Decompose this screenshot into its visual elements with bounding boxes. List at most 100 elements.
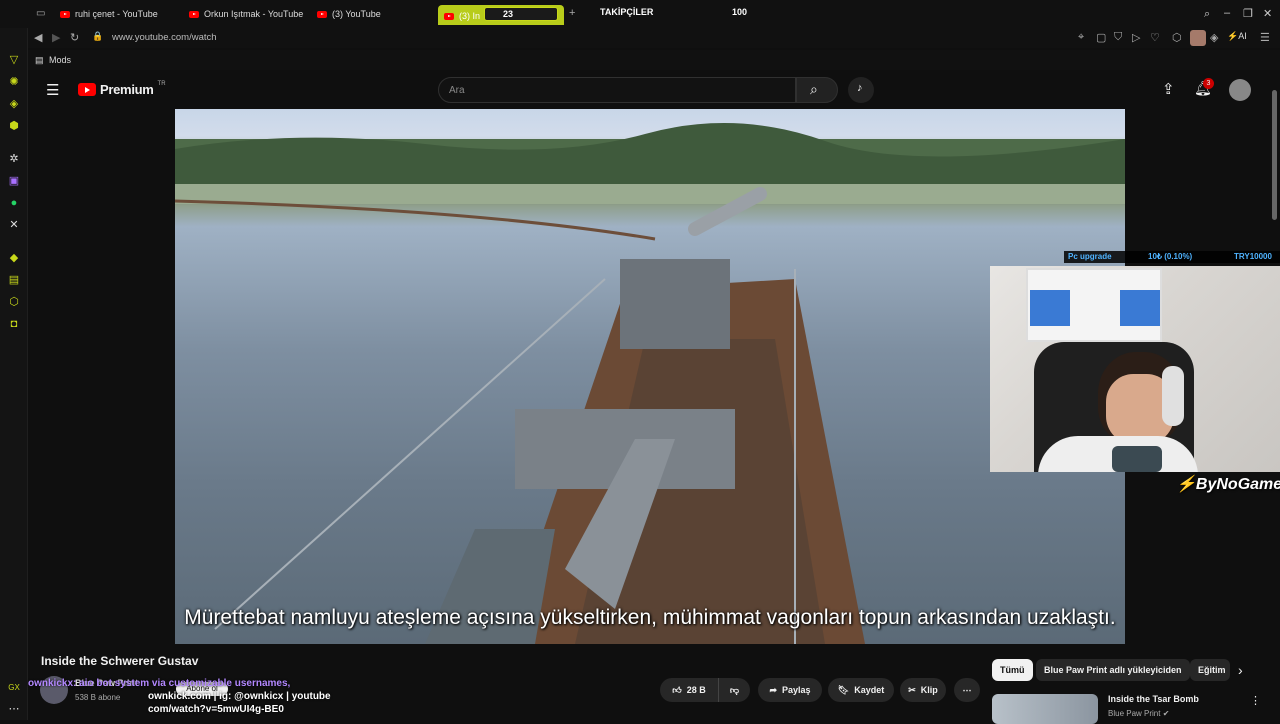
scissors-icon: ✂ bbox=[908, 684, 916, 695]
tab-label: (3) In bbox=[459, 11, 481, 21]
search-input[interactable]: Ara bbox=[438, 77, 796, 103]
tab-label: Orkun Işıtmak - YouTube bbox=[204, 9, 304, 19]
pin-icon[interactable]: ⌖ bbox=[1078, 31, 1084, 44]
vpn-icon[interactable]: ◈ bbox=[1210, 31, 1218, 44]
thumbs-up-icon: 👍︎ bbox=[672, 684, 682, 695]
save-button[interactable]: 🔖︎ Kaydet bbox=[828, 678, 894, 702]
shelf-box-blue bbox=[1120, 290, 1160, 326]
tab-orkun-isitmak[interactable]: Orkun Işıtmak - YouTube bbox=[189, 6, 303, 22]
aria-icon[interactable]: ▽ bbox=[8, 54, 20, 66]
ai-button[interactable]: ⚡AI bbox=[1227, 31, 1247, 42]
forward-icon[interactable]: ▶ bbox=[52, 31, 60, 44]
upload-icon[interactable]: ⇪ bbox=[1162, 80, 1175, 98]
like-button[interactable]: 👍︎ 28 B bbox=[660, 678, 718, 702]
video-player[interactable] bbox=[175, 109, 1125, 644]
gx-icon[interactable]: GX bbox=[8, 682, 20, 694]
close-icon[interactable]: ✕ bbox=[1263, 7, 1272, 20]
bookmark-icon: 🔖︎ bbox=[837, 684, 850, 695]
shield-icon[interactable]: ⛉ bbox=[1114, 31, 1122, 44]
hamburger-menu-icon[interactable]: ☰ bbox=[46, 81, 59, 99]
play-icon[interactable]: ▷ bbox=[1132, 31, 1140, 44]
reload-icon[interactable]: ↻ bbox=[70, 31, 79, 44]
url-field[interactable]: www.youtube.com/watch bbox=[112, 32, 217, 43]
youtube-favicon-icon bbox=[444, 12, 454, 20]
restore-icon[interactable]: ❐ bbox=[1243, 7, 1253, 20]
more-horizontal-icon: ⋯ bbox=[962, 684, 972, 695]
microphone-icon: ♪ bbox=[857, 82, 863, 94]
chatgpt-icon[interactable]: ✲ bbox=[8, 153, 20, 165]
sidebar-tool-4-icon[interactable]: ◘ bbox=[8, 318, 20, 330]
chat-line: com/watch?v=5mwUI4g-BE0 bbox=[148, 704, 284, 715]
search-button[interactable]: ⌕ bbox=[796, 77, 838, 103]
search-tabs-icon[interactable]: ⌕ bbox=[1204, 8, 1210, 21]
chip-from-uploader[interactable]: Blue Paw Print adlı yükleyiciden bbox=[1036, 659, 1190, 681]
dislike-button[interactable]: 👎︎ bbox=[718, 678, 750, 702]
donation-goal-label: Pc upgrade bbox=[1068, 252, 1112, 261]
more-actions-button[interactable]: ⋯ bbox=[954, 678, 980, 702]
recommendation-title[interactable]: Inside the Tsar Bomb bbox=[1108, 694, 1199, 704]
bookmark-mods[interactable]: Mods bbox=[49, 55, 71, 65]
sidebar-tool-2-icon[interactable]: ▤ bbox=[8, 274, 20, 286]
like-count: 28 B bbox=[686, 685, 706, 695]
followers-banner: TAKİPÇİLER 100 bbox=[566, 4, 766, 20]
youtube-logo[interactable]: Premium TR bbox=[78, 81, 166, 97]
twitch-icon[interactable]: ▣ bbox=[8, 175, 20, 187]
recommendation-menu-icon[interactable]: ⋮ bbox=[1250, 694, 1261, 707]
page-scrollbar[interactable] bbox=[1272, 90, 1277, 220]
bookmarks-bar: ▤ Mods bbox=[28, 50, 1280, 70]
snapshot-icon[interactable]: ▢ bbox=[1096, 31, 1106, 44]
recommendation-channel-name: Blue Paw Print bbox=[1108, 709, 1161, 718]
extension-icon[interactable]: ⬡ bbox=[1172, 31, 1182, 44]
video-frame bbox=[175, 123, 1125, 644]
chip-education[interactable]: Eğitim bbox=[1190, 659, 1230, 681]
headphones bbox=[1162, 366, 1184, 426]
share-icon: ➦ bbox=[769, 684, 777, 695]
youtube-favicon-icon bbox=[317, 10, 327, 18]
stream-top-counter: 23 bbox=[503, 9, 514, 19]
back-icon[interactable]: ◀ bbox=[34, 31, 42, 44]
chip-all[interactable]: Tümü bbox=[992, 659, 1033, 681]
donation-progress: 10₺ (0.10%) bbox=[1148, 252, 1193, 261]
followers-label: TAKİPÇİLER bbox=[600, 7, 654, 17]
x-icon[interactable]: ✕ bbox=[8, 219, 20, 231]
minimize-icon[interactable]: – bbox=[1224, 7, 1230, 19]
tab-active[interactable]: (3) In 23 bbox=[438, 5, 564, 25]
clip-button[interactable]: ✂ Klip bbox=[900, 678, 946, 702]
profile-avatar[interactable] bbox=[1190, 30, 1206, 46]
streamer-name: ByNoGame bbox=[1195, 476, 1280, 493]
streamer-webcam bbox=[990, 266, 1280, 472]
chevron-right-icon[interactable]: › bbox=[1238, 662, 1243, 678]
save-label: Kaydet bbox=[854, 685, 885, 695]
streamer-bolt-icon: ⚡ bbox=[1176, 476, 1196, 493]
share-label: Paylaş bbox=[782, 685, 811, 695]
sidebar-tool-3-icon[interactable]: ⬡ bbox=[8, 296, 20, 308]
notification-count-badge: 3 bbox=[1203, 78, 1214, 89]
youtube-logo-icon bbox=[78, 83, 96, 96]
video-subtitle: Mürettebat namluyu ateşleme açısına yüks… bbox=[184, 606, 1116, 629]
extensions-icon[interactable]: ◈ bbox=[8, 98, 20, 110]
search-icon: ⌕ bbox=[810, 81, 818, 97]
chat-line: ownkickx: aio bot system via customizabl… bbox=[28, 678, 291, 689]
account-avatar[interactable] bbox=[1229, 79, 1251, 101]
lock-icon: 🔒 bbox=[92, 31, 104, 41]
address-bar: ◀ ▶ ↻ 🔒 www.youtube.com/watch ⌖ ▢ ⛉ ▷ ♡ … bbox=[28, 28, 1280, 48]
more-icon[interactable]: ⋯ bbox=[8, 703, 20, 715]
menu-icon[interactable]: ☰ bbox=[1260, 31, 1270, 44]
sidebar-tool-1-icon[interactable]: ◆ bbox=[8, 252, 20, 264]
whatsapp-icon[interactable]: ● bbox=[8, 197, 20, 209]
ai-label: AI bbox=[1238, 31, 1247, 41]
recommendation-channel: Blue Paw Print ✔ bbox=[1108, 709, 1169, 718]
voice-search-button[interactable]: ♪ bbox=[848, 77, 874, 103]
tab-youtube[interactable]: (3) YouTube bbox=[317, 6, 381, 22]
tab-overview-icon[interactable]: ▭ bbox=[36, 8, 45, 19]
heart-icon[interactable]: ♡ bbox=[1150, 31, 1160, 44]
tab-ruhi-cenet[interactable]: ruhi çenet - YouTube bbox=[60, 6, 158, 22]
video-title: Inside the Schwerer Gustav bbox=[41, 654, 199, 668]
chat-line: ownkick.com | ig: @ownkicx | youtube bbox=[148, 691, 331, 702]
bookmark-folder-icon: ▤ bbox=[35, 55, 44, 65]
youtube-favicon-icon bbox=[60, 10, 70, 18]
crypto-wallet-icon[interactable]: ✺ bbox=[8, 76, 20, 88]
workspace-icon[interactable]: ⬢ bbox=[8, 120, 20, 132]
share-button[interactable]: ➦ Paylaş bbox=[758, 678, 822, 702]
donation-target: TRY10000 bbox=[1234, 252, 1272, 261]
